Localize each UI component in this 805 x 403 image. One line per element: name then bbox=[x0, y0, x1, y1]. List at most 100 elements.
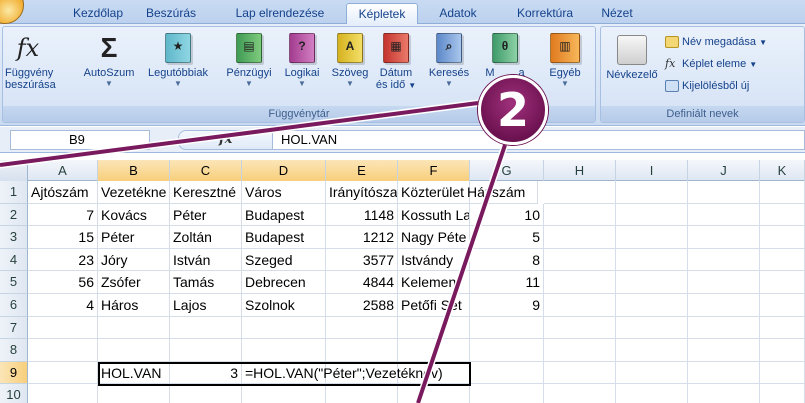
row-header-8[interactable]: 8 bbox=[0, 339, 28, 362]
cell-h9[interactable] bbox=[544, 361, 616, 385]
cell-k9[interactable] bbox=[760, 361, 805, 385]
cell-k4[interactable] bbox=[760, 248, 805, 272]
tab-page-layout[interactable]: Lap elrendezése bbox=[225, 3, 335, 24]
row-header-3[interactable]: 3 bbox=[0, 226, 28, 249]
cell-f1[interactable]: Közterület bbox=[398, 181, 470, 204]
cell-f5[interactable]: Kelemen bbox=[398, 271, 470, 294]
cell-h1[interactable] bbox=[544, 181, 616, 204]
cell-f10[interactable] bbox=[398, 384, 470, 403]
tab-home[interactable]: Kezdőlap bbox=[62, 3, 134, 24]
cell-h6[interactable] bbox=[544, 294, 616, 317]
cell-j9[interactable] bbox=[688, 361, 760, 385]
cell-d2[interactable]: Budapest bbox=[242, 203, 326, 227]
cell-c3[interactable]: Zoltán bbox=[170, 226, 242, 249]
text-button[interactable]: A Szöveg ▼ bbox=[327, 33, 373, 88]
column-header-b[interactable]: B bbox=[98, 160, 170, 181]
column-header-f[interactable]: F bbox=[398, 160, 470, 181]
cell-b1[interactable]: Vezetékne bbox=[98, 181, 170, 204]
insert-function-button[interactable]: fx Függvény beszúrása bbox=[5, 33, 56, 91]
cell-b2[interactable]: Kovács bbox=[98, 203, 170, 227]
cell-b10[interactable] bbox=[98, 384, 170, 403]
cell-a3[interactable]: 15 bbox=[28, 226, 98, 249]
column-header-h[interactable]: H bbox=[544, 160, 616, 181]
cell-d8[interactable] bbox=[242, 339, 326, 362]
create-from-selection-button[interactable]: Kijelölésből új bbox=[665, 77, 749, 95]
cell-j3[interactable] bbox=[688, 226, 760, 249]
cell-h2[interactable] bbox=[544, 203, 616, 227]
cell-g2[interactable]: 10 bbox=[470, 203, 544, 227]
tab-view[interactable]: Nézet bbox=[592, 3, 642, 24]
column-header-j[interactable]: J bbox=[688, 160, 760, 181]
cell-k10[interactable] bbox=[760, 384, 805, 403]
recently-used-button[interactable]: ★ Legutóbbiak ▼ bbox=[143, 33, 213, 88]
cell-a5[interactable]: 56 bbox=[28, 271, 98, 294]
cell-k5[interactable] bbox=[760, 271, 805, 294]
cell-b5[interactable]: Zsófer bbox=[98, 271, 170, 294]
cell-g10[interactable] bbox=[470, 384, 544, 403]
cell-a6[interactable]: 4 bbox=[28, 294, 98, 317]
cell-e10[interactable] bbox=[326, 384, 398, 403]
cell-d3[interactable]: Budapest bbox=[242, 226, 326, 249]
cell-h10[interactable] bbox=[544, 384, 616, 403]
cell-b3[interactable]: Péter bbox=[98, 226, 170, 249]
select-all-corner[interactable] bbox=[0, 160, 28, 181]
use-in-formula-button[interactable]: fx Képlet eleme ▼ bbox=[665, 55, 757, 73]
cell-c4[interactable]: István bbox=[170, 248, 242, 272]
cell-b7[interactable] bbox=[98, 316, 170, 340]
financial-button[interactable]: ▤ Pénzügyi ▼ bbox=[221, 33, 277, 88]
cell-i6[interactable] bbox=[616, 294, 688, 317]
cell-a10[interactable] bbox=[28, 384, 98, 403]
cell-e8[interactable] bbox=[326, 339, 398, 362]
row-header-6[interactable]: 6 bbox=[0, 294, 28, 317]
cell-f3[interactable]: Nagy Péte bbox=[398, 226, 470, 249]
tab-insert[interactable]: Beszúrás bbox=[140, 3, 202, 24]
cell-c10[interactable] bbox=[170, 384, 242, 403]
cell-h8[interactable] bbox=[544, 339, 616, 362]
cell-b8[interactable] bbox=[98, 339, 170, 362]
cell-h4[interactable] bbox=[544, 248, 616, 272]
cell-d6[interactable]: Szolnok bbox=[242, 294, 326, 317]
cell-j4[interactable] bbox=[688, 248, 760, 272]
cell-f8[interactable] bbox=[398, 339, 470, 362]
cell-c7[interactable] bbox=[170, 316, 242, 340]
cell-j5[interactable] bbox=[688, 271, 760, 294]
cell-g6[interactable]: 9 bbox=[470, 294, 544, 317]
cell-b9[interactable]: HOL.VAN bbox=[98, 361, 170, 385]
column-header-i[interactable]: I bbox=[616, 160, 688, 181]
row-header-7[interactable]: 7 bbox=[0, 316, 28, 340]
cell-i2[interactable] bbox=[616, 203, 688, 227]
cell-f4[interactable]: Istvándy bbox=[398, 248, 470, 272]
cell-a8[interactable] bbox=[28, 339, 98, 362]
cell-d4[interactable]: Szeged bbox=[242, 248, 326, 272]
cell-e1[interactable]: Irányítósza bbox=[326, 181, 398, 204]
lookup-button[interactable]: ⌕ Keresés ▼ bbox=[423, 33, 475, 88]
cell-j7[interactable] bbox=[688, 316, 760, 340]
logical-button[interactable]: ? Logikai ▼ bbox=[279, 33, 325, 88]
cell-b4[interactable]: Jóry bbox=[98, 248, 170, 272]
column-header-k[interactable]: K bbox=[760, 160, 805, 181]
row-header-1[interactable]: 1 bbox=[0, 181, 28, 204]
cell-a1[interactable]: Ajtószám bbox=[28, 181, 98, 204]
cell-a9[interactable] bbox=[28, 361, 98, 385]
cell-a2[interactable]: 7 bbox=[28, 203, 98, 227]
cell-k2[interactable] bbox=[760, 203, 805, 227]
cell-h3[interactable] bbox=[544, 226, 616, 249]
cell-k1[interactable] bbox=[760, 181, 805, 204]
cell-e3[interactable]: 1212 bbox=[326, 226, 398, 249]
row-header-4[interactable]: 4 bbox=[0, 248, 28, 272]
row-header-9[interactable]: 9 bbox=[0, 361, 28, 385]
cell-i5[interactable] bbox=[616, 271, 688, 294]
cell-i9[interactable] bbox=[616, 361, 688, 385]
autosum-button[interactable]: Σ AutoSzum ▼ bbox=[79, 33, 139, 88]
cell-c8[interactable] bbox=[170, 339, 242, 362]
cell-e7[interactable] bbox=[326, 316, 398, 340]
cell-j10[interactable] bbox=[688, 384, 760, 403]
cell-g1[interactable]: Házszám bbox=[464, 181, 538, 204]
name-box[interactable]: B9 bbox=[10, 130, 150, 150]
cell-j1[interactable] bbox=[688, 181, 760, 204]
name-manager-button[interactable]: Névkezelő bbox=[603, 35, 661, 81]
cell-h7[interactable] bbox=[544, 316, 616, 340]
cell-i4[interactable] bbox=[616, 248, 688, 272]
cell-c5[interactable]: Tamás bbox=[170, 271, 242, 294]
cell-i10[interactable] bbox=[616, 384, 688, 403]
